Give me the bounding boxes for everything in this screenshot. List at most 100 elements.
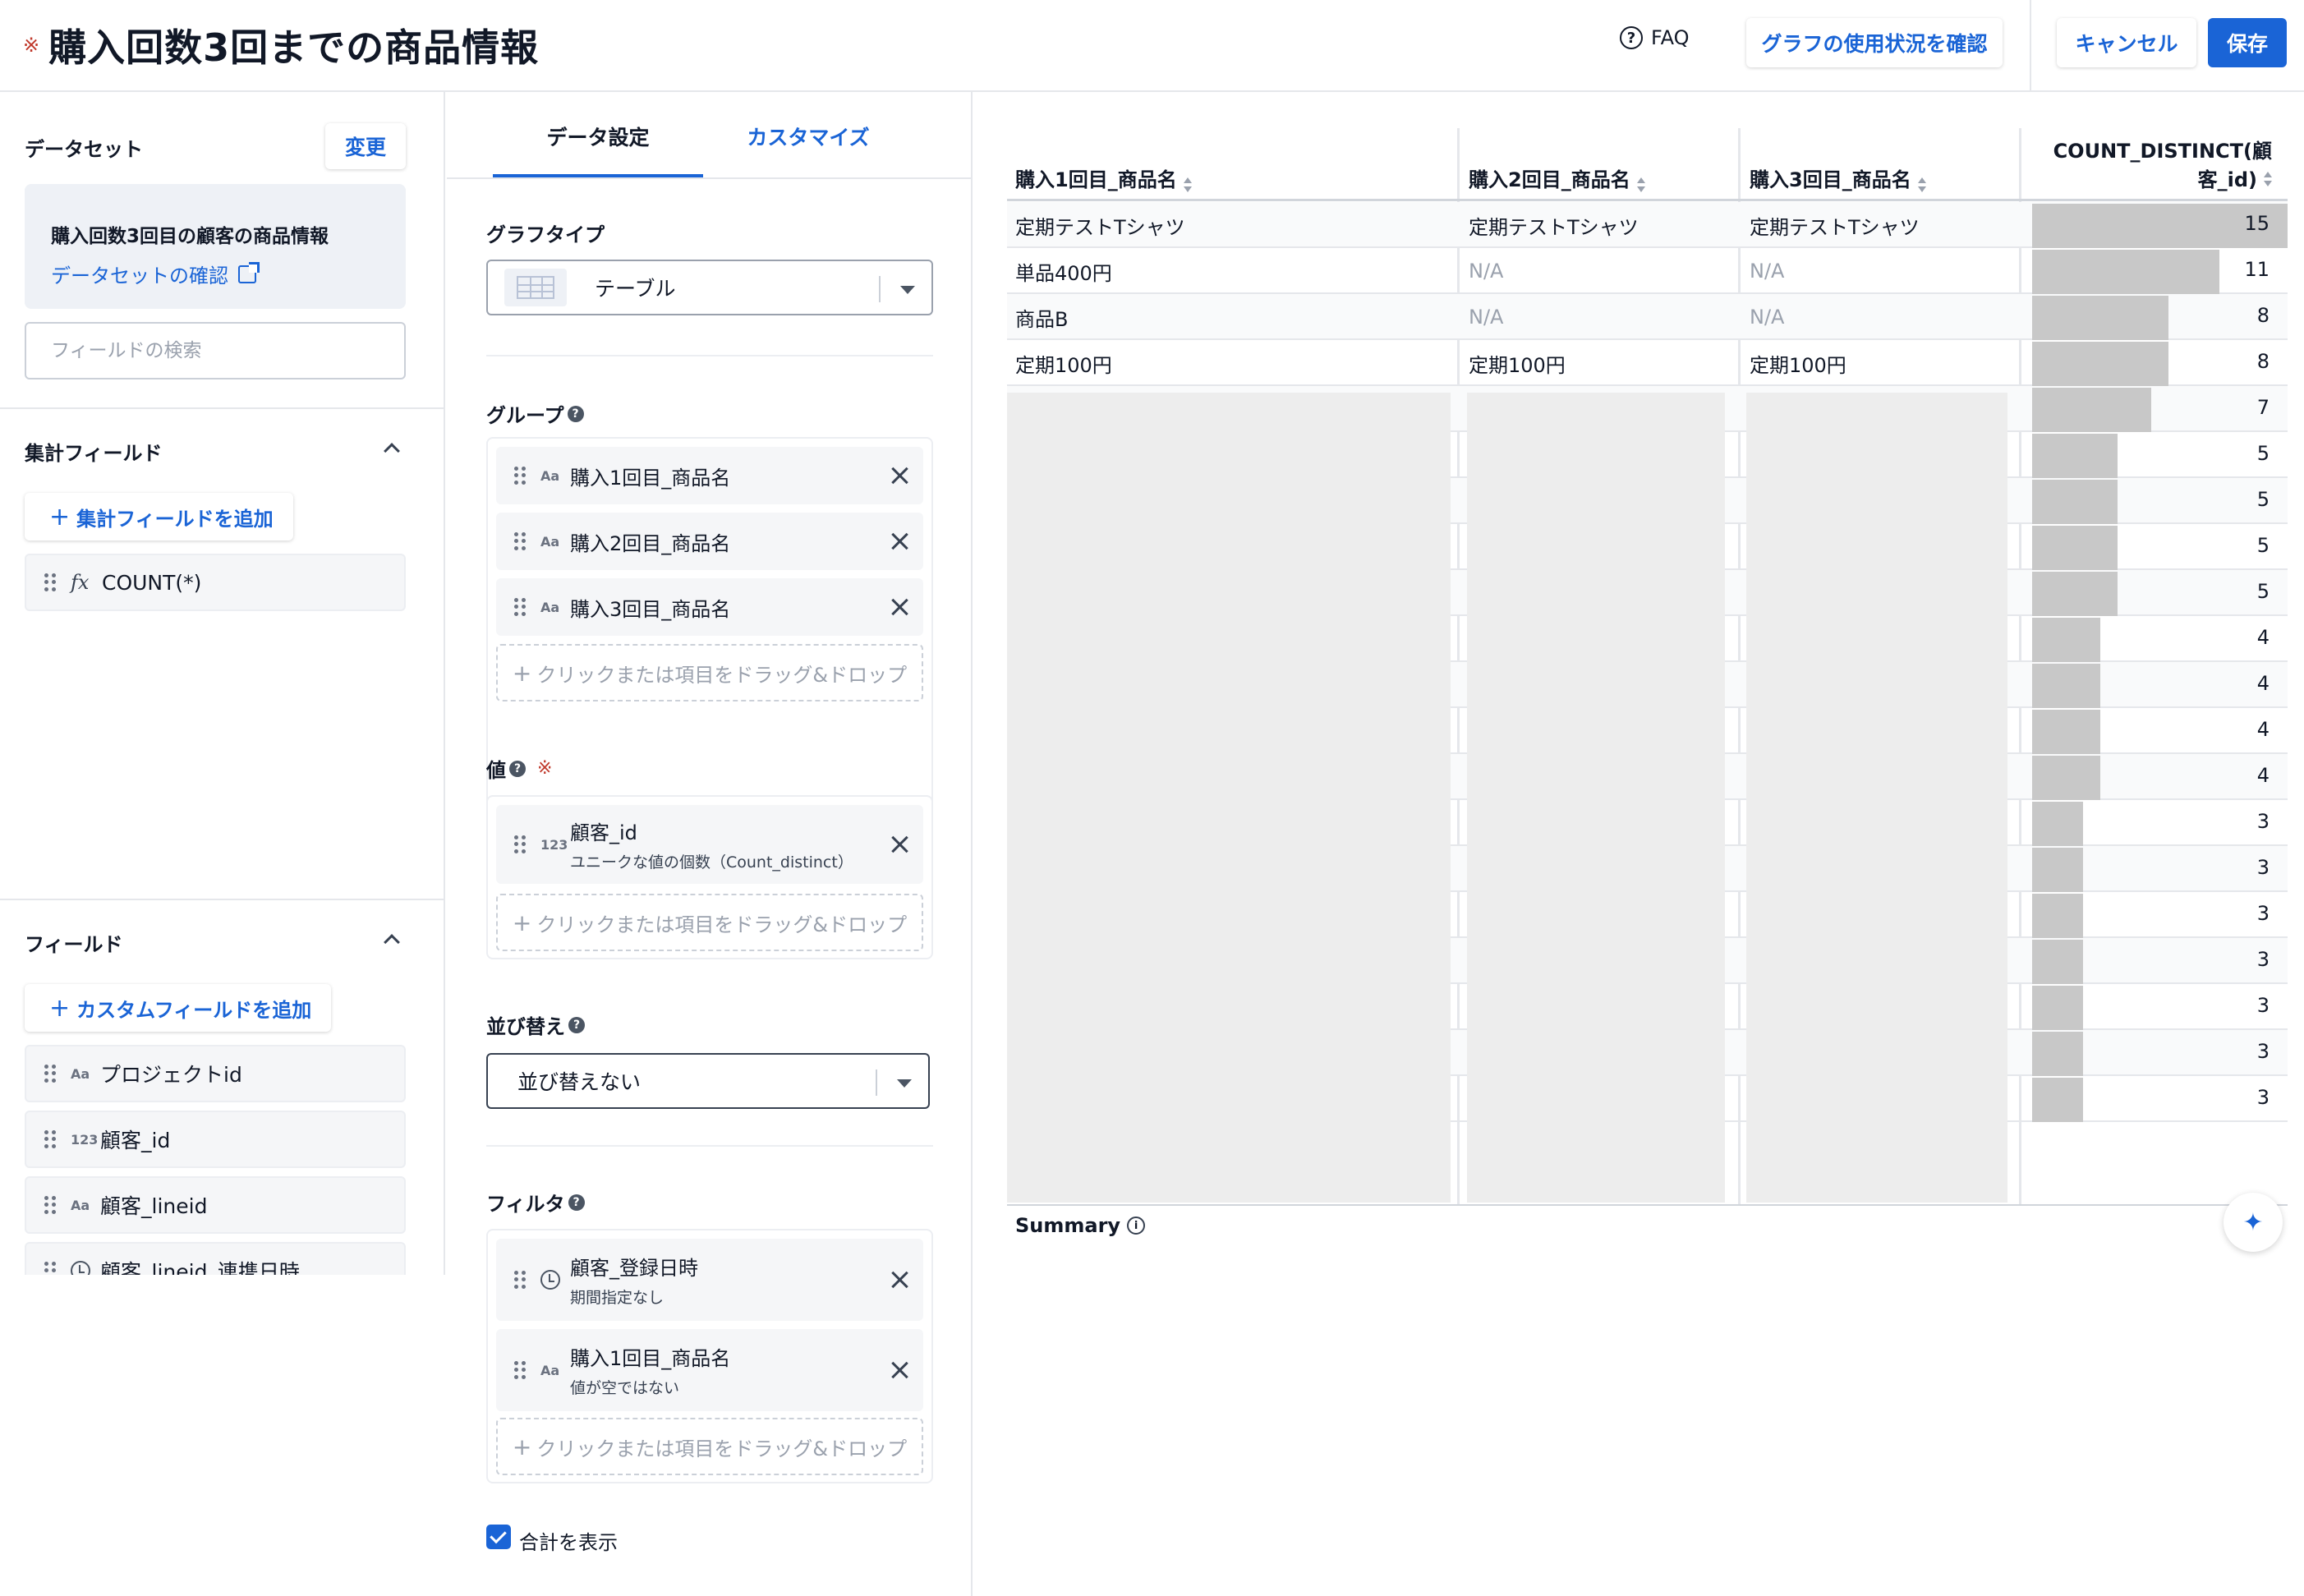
sort-icon[interactable] — [2264, 172, 2272, 186]
value-label: 値 ? ※ — [486, 754, 552, 783]
value-chip[interactable]: 123 顧客_id ユニークな値の個数（Count_distinct） — [496, 805, 923, 884]
save-button[interactable]: 保存 — [2208, 18, 2287, 67]
drag-handle-icon[interactable] — [514, 532, 526, 550]
value-dropzone[interactable]: + クリックまたは項目をドラッグ&ドロップ — [496, 894, 923, 951]
group-chip[interactable]: Aa 購入3回目_商品名 — [496, 578, 923, 636]
column-header-count[interactable]: COUNT_DISTINCT(顧 客_id) — [2032, 128, 2288, 202]
count-value: 5 — [2256, 580, 2270, 603]
add-aggregate-field-button[interactable]: + 集計フィールドを追加 — [25, 493, 293, 540]
drag-handle-icon[interactable] — [514, 467, 526, 485]
usage-status-button[interactable]: グラフの使用状況を確認 — [1746, 18, 2003, 67]
table-cell: N/A — [1469, 306, 1504, 329]
change-dataset-button[interactable]: 変更 — [325, 123, 406, 169]
text-type-icon: Aa — [540, 1362, 560, 1378]
filter-dropzone[interactable]: + クリックまたは項目をドラッグ&ドロップ — [496, 1418, 923, 1475]
data-bar — [2032, 526, 2118, 570]
field-name: 顧客_lineid — [100, 1194, 208, 1218]
count-cell: 3 — [2032, 1076, 2288, 1122]
remove-icon[interactable] — [890, 467, 908, 485]
faq-link[interactable]: ? FAQ — [1620, 26, 1690, 49]
graph-type-label: グラフタイプ — [486, 223, 605, 246]
filter-chip[interactable]: Aa 購入1回目_商品名 値が空ではない — [496, 1329, 923, 1411]
add-custom-field-button[interactable]: + カスタムフィールドを追加 — [25, 984, 332, 1032]
column-header-label: 購入2回目_商品名 — [1469, 168, 1630, 191]
field-item[interactable]: Aa 顧客_lineid — [25, 1176, 406, 1234]
table-cell: N/A — [1750, 306, 1785, 329]
data-bar — [2032, 388, 2151, 432]
sort-select[interactable]: 並び替えない — [486, 1053, 930, 1109]
drag-handle-icon[interactable] — [44, 1196, 56, 1214]
data-bar — [2032, 756, 2100, 800]
count-value: 4 — [2256, 626, 2270, 649]
group-label: グループ ? — [486, 399, 584, 428]
drag-handle-icon[interactable] — [514, 835, 526, 853]
remove-icon[interactable] — [890, 835, 908, 853]
dropzone-text: クリックまたは項目をドラッグ&ドロップ — [536, 1437, 908, 1460]
data-bar — [2032, 802, 2083, 846]
help-icon[interactable]: ? — [568, 1194, 585, 1211]
table-cell: 定期100円 — [1750, 353, 1846, 377]
caret-down-icon — [900, 286, 915, 294]
drag-handle-icon[interactable] — [44, 1065, 56, 1083]
dataset-confirm-label: データセットの確認 — [51, 264, 228, 287]
group-chip[interactable]: Aa 購入1回目_商品名 — [496, 447, 923, 504]
remove-icon[interactable] — [890, 1361, 908, 1379]
drag-handle-icon[interactable] — [514, 1271, 526, 1289]
tab-customize[interactable]: カスタマイズ — [703, 122, 913, 179]
sort-icon[interactable] — [1636, 177, 1645, 192]
table-row: 定期テストTシャツ 定期テストTシャツ 定期テストTシャツ 15 — [1007, 202, 2288, 248]
remove-icon[interactable] — [890, 598, 908, 616]
filter-label: フィルタ ? — [486, 1188, 585, 1217]
remove-icon[interactable] — [890, 1271, 908, 1289]
remove-icon[interactable] — [890, 532, 908, 550]
function-icon: fx — [71, 571, 90, 594]
count-value: 4 — [2256, 718, 2270, 741]
value-chip-name: 顧客_id — [570, 821, 637, 844]
sort-label-text: 並び替え — [486, 1015, 565, 1038]
group-chip[interactable]: Aa 購入2回目_商品名 — [496, 513, 923, 570]
drag-handle-icon[interactable] — [514, 598, 526, 616]
collapse-fields-chevron-icon[interactable] — [384, 934, 400, 950]
count-value: 8 — [2256, 350, 2270, 373]
column-header-3[interactable]: 購入3回目_商品名 — [1750, 128, 2029, 202]
show-total-checkbox[interactable] — [486, 1525, 511, 1549]
plus-icon: + — [512, 659, 532, 687]
page-title: ※ 購入回数3回までの商品情報 — [23, 18, 539, 72]
field-item[interactable]: 123 顧客_id — [25, 1111, 406, 1168]
field-item[interactable]: Aa プロジェクトid — [25, 1045, 406, 1102]
cancel-button[interactable]: キャンセル — [2057, 18, 2196, 67]
count-value: 15 — [2244, 212, 2270, 235]
drag-handle-icon[interactable] — [44, 1130, 56, 1148]
sort-icon[interactable] — [1183, 177, 1192, 192]
filter-chip[interactable]: 顧客_登録日時 期間指定なし — [496, 1239, 923, 1321]
field-item[interactable]: 顧客_lineid_連携日時 — [25, 1242, 406, 1275]
aggregate-field-item[interactable]: fx COUNT(*) — [25, 554, 406, 611]
drag-handle-icon[interactable] — [44, 573, 56, 591]
table-cell: 単品400円 — [1015, 261, 1112, 285]
graph-type-select[interactable]: テーブル — [486, 260, 933, 315]
column-header-1[interactable]: 購入1回目_商品名 — [1015, 128, 1459, 202]
ai-sparkle-button[interactable]: ✦ — [2224, 1193, 2283, 1252]
column-header-2[interactable]: 購入2回目_商品名 — [1469, 128, 1740, 202]
dataset-confirm-link[interactable]: データセットの確認 — [51, 260, 260, 288]
help-icon[interactable]: ? — [568, 1016, 585, 1033]
filter-chip-name: 顧客_登録日時 — [570, 1257, 698, 1280]
group-dropzone[interactable]: + クリックまたは項目をドラッグ&ドロップ — [496, 644, 923, 701]
dataset-name: 購入回数3回目の顧客の商品情報 — [51, 226, 329, 247]
loading-placeholder — [1467, 393, 1725, 1203]
help-icon[interactable]: ? — [567, 405, 584, 422]
drag-handle-icon[interactable] — [514, 1361, 526, 1379]
table-cell: 定期テストTシャツ — [1469, 215, 1639, 239]
info-icon[interactable]: i — [1127, 1217, 1146, 1235]
dropzone-text: クリックまたは項目をドラッグ&ドロップ — [536, 663, 908, 687]
sort-icon[interactable] — [1917, 177, 1926, 192]
table-row: 商品B N/A N/A 8 — [1007, 294, 2288, 340]
field-search-input[interactable] — [25, 322, 406, 379]
group-box: Aa 購入1回目_商品名 Aa 購入2回目_商品名 Aa 購入3回目_商品名 +… — [486, 437, 933, 807]
dataset-label: データセット — [25, 138, 143, 161]
help-icon[interactable]: ? — [509, 760, 526, 777]
count-cell: 15 — [2032, 202, 2288, 248]
drag-handle-icon[interactable] — [44, 1262, 56, 1275]
tab-data-settings[interactable]: データ設定 — [493, 122, 703, 179]
collapse-aggregate-chevron-icon[interactable] — [384, 443, 400, 459]
